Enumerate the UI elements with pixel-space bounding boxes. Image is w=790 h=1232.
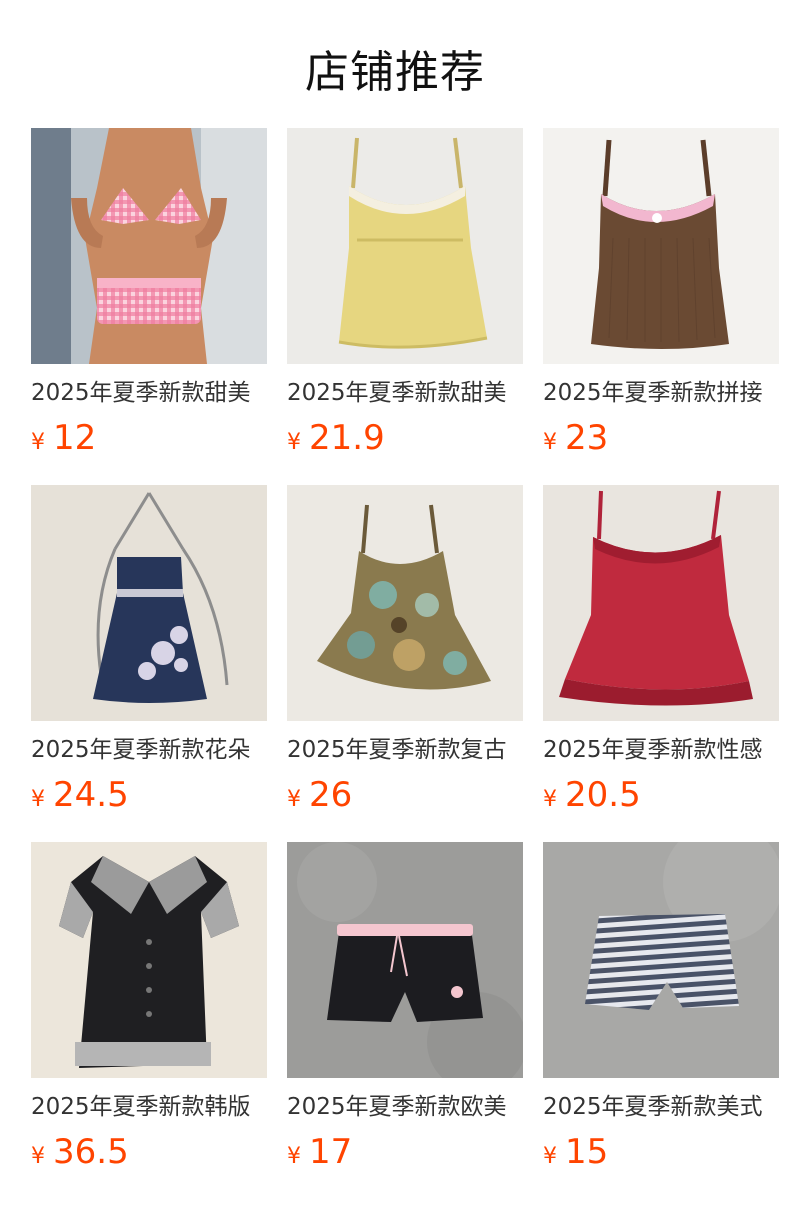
- product-price: ¥36.5: [31, 1130, 267, 1174]
- product-card[interactable]: 2025年夏季新款欧美 ¥17: [287, 842, 523, 1174]
- red-lace-cami-photo: [543, 485, 779, 721]
- currency-symbol: ¥: [31, 430, 45, 455]
- brown-lace-cami-photo: [543, 128, 779, 364]
- product-price: ¥20.5: [543, 773, 779, 817]
- product-card[interactable]: 2025年夏季新款花朵 ¥24.5: [31, 485, 267, 817]
- currency-symbol: ¥: [543, 430, 557, 455]
- product-title[interactable]: 2025年夏季新款复古: [287, 735, 523, 765]
- product-card[interactable]: 2025年夏季新款甜美 ¥12: [31, 128, 267, 460]
- price-value: 24.5: [53, 775, 129, 815]
- product-card[interactable]: 2025年夏季新款美式 ¥15: [543, 842, 779, 1174]
- black-skull-shorts-photo: [287, 842, 523, 1078]
- currency-symbol: ¥: [543, 787, 557, 812]
- product-price: ¥12: [31, 416, 267, 460]
- product-title[interactable]: 2025年夏季新款欧美: [287, 1092, 523, 1122]
- price-value: 23: [565, 418, 609, 458]
- yellow-lace-cami-photo: [287, 128, 523, 364]
- product-price: ¥26: [287, 773, 523, 817]
- product-image[interactable]: [287, 842, 523, 1078]
- navy-floral-halter-top-photo: [31, 485, 267, 721]
- product-image[interactable]: [543, 128, 779, 364]
- price-value: 17: [309, 1132, 353, 1172]
- product-image[interactable]: [287, 485, 523, 721]
- product-image[interactable]: [31, 128, 267, 364]
- price-value: 21.9: [309, 418, 385, 458]
- pink-gingham-bikini-photo: [31, 128, 267, 364]
- currency-symbol: ¥: [31, 1144, 45, 1169]
- price-value: 36.5: [53, 1132, 129, 1172]
- product-card[interactable]: 2025年夏季新款拼接 ¥23: [543, 128, 779, 460]
- floral-print-cami-photo: [287, 485, 523, 721]
- product-image[interactable]: [543, 842, 779, 1078]
- product-price: ¥24.5: [31, 773, 267, 817]
- product-title[interactable]: 2025年夏季新款拼接: [543, 378, 779, 408]
- product-image[interactable]: [543, 485, 779, 721]
- product-title[interactable]: 2025年夏季新款甜美: [31, 378, 267, 408]
- currency-symbol: ¥: [287, 787, 301, 812]
- product-title[interactable]: 2025年夏季新款美式: [543, 1092, 779, 1122]
- product-price: ¥15: [543, 1130, 779, 1174]
- product-card[interactable]: 2025年夏季新款甜美 ¥21.9: [287, 128, 523, 460]
- product-title[interactable]: 2025年夏季新款性感: [543, 735, 779, 765]
- currency-symbol: ¥: [287, 430, 301, 455]
- price-value: 12: [53, 418, 97, 458]
- price-value: 26: [309, 775, 353, 815]
- product-card[interactable]: 2025年夏季新款复古 ¥26: [287, 485, 523, 817]
- product-title[interactable]: 2025年夏季新款花朵: [31, 735, 267, 765]
- price-value: 15: [565, 1132, 609, 1172]
- currency-symbol: ¥: [543, 1144, 557, 1169]
- product-title[interactable]: 2025年夏季新款韩版: [31, 1092, 267, 1122]
- price-value: 20.5: [565, 775, 641, 815]
- currency-symbol: ¥: [31, 787, 45, 812]
- product-grid: 2025年夏季新款甜美 ¥12 2025年夏季新款甜美 ¥21.9 2025年夏…: [31, 128, 779, 1174]
- product-price: ¥21.9: [287, 416, 523, 460]
- page-header: 店铺推荐: [0, 0, 790, 128]
- page-title: 店铺推荐: [305, 47, 485, 98]
- product-image[interactable]: [287, 128, 523, 364]
- product-title[interactable]: 2025年夏季新款甜美: [287, 378, 523, 408]
- product-price: ¥23: [543, 416, 779, 460]
- product-image[interactable]: [31, 842, 267, 1078]
- black-plaid-collar-top-photo: [31, 842, 267, 1078]
- product-image[interactable]: [31, 485, 267, 721]
- product-card[interactable]: 2025年夏季新款性感 ¥20.5: [543, 485, 779, 817]
- currency-symbol: ¥: [287, 1144, 301, 1169]
- product-card[interactable]: 2025年夏季新款韩版 ¥36.5: [31, 842, 267, 1174]
- product-price: ¥17: [287, 1130, 523, 1174]
- striped-knit-shorts-photo: [543, 842, 779, 1078]
